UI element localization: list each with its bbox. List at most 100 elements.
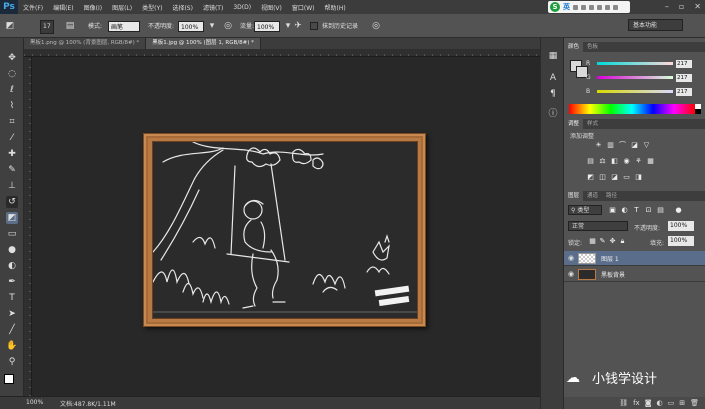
tab-channels[interactable]: 通道 xyxy=(583,191,602,201)
eye-icon[interactable]: ◉ xyxy=(564,270,578,278)
blue-slider[interactable] xyxy=(597,90,673,93)
tab-paths[interactable]: 路径 xyxy=(602,191,621,201)
lasso-tool-icon[interactable]: ℓ xyxy=(6,84,18,96)
trash-icon[interactable]: 🗑︎ xyxy=(690,399,699,407)
eyedropper-tool-icon[interactable]: ⁄ xyxy=(6,132,18,144)
lock-transparent-icon[interactable]: ▦ xyxy=(588,237,597,246)
filter-toggle-icon[interactable]: ● xyxy=(674,206,683,215)
dodge-tool-icon[interactable]: ◐ xyxy=(6,260,18,272)
mode-select[interactable]: 画笔 xyxy=(108,21,140,32)
history-panel-icon[interactable]: ▦ xyxy=(547,50,559,62)
black-white-icon[interactable]: ◧ xyxy=(610,157,619,166)
minimize-icon[interactable]: – xyxy=(665,2,669,11)
filter-type-icon[interactable]: T xyxy=(632,206,641,215)
blue-value[interactable]: 217 xyxy=(676,87,692,96)
brightness-icon[interactable]: ☀ xyxy=(594,141,603,150)
tab-swatches[interactable]: 色板 xyxy=(583,42,602,52)
gradient-tool-icon[interactable]: ▭ xyxy=(6,228,18,240)
restore-icon[interactable]: ▫ xyxy=(679,2,684,11)
tab-document-1[interactable]: 黑板1.png @ 100% (背景图层, RGB/8#) * xyxy=(24,38,147,49)
menu-image[interactable]: 图像(I) xyxy=(79,3,107,12)
paragraph-panel-icon[interactable]: ¶ xyxy=(547,88,559,100)
menu-window[interactable]: 窗口(W) xyxy=(287,3,320,12)
brush-tool-icon[interactable]: ✎ xyxy=(6,164,18,176)
curves-icon[interactable]: ⌒ xyxy=(618,141,627,150)
levels-icon[interactable]: ▥ xyxy=(606,141,615,150)
lock-position-icon[interactable]: ✥ xyxy=(608,237,617,246)
eraser-tool-icon[interactable]: ◩ xyxy=(6,212,18,224)
menu-select[interactable]: 选择(S) xyxy=(167,3,198,12)
brush-panel-icon[interactable]: ▤ xyxy=(64,20,76,32)
invert-icon[interactable]: ◩ xyxy=(586,173,595,182)
clone-stamp-tool-icon[interactable]: ⊥ xyxy=(6,180,18,192)
blend-mode-select[interactable]: 正常 xyxy=(568,221,628,231)
eye-icon[interactable]: ◉ xyxy=(564,254,578,262)
ime-lang[interactable]: 英 xyxy=(563,2,570,12)
blur-tool-icon[interactable]: ● xyxy=(6,244,18,256)
fill-input[interactable]: 100% xyxy=(668,236,694,246)
zoom-tool-icon[interactable]: ⚲ xyxy=(6,356,18,368)
spectrum-black-white[interactable] xyxy=(695,104,701,114)
menu-view[interactable]: 视图(V) xyxy=(256,3,287,12)
green-value[interactable]: 217 xyxy=(676,73,692,82)
color-balance-icon[interactable]: ⚖ xyxy=(598,157,607,166)
quick-select-tool-icon[interactable]: ⌇ xyxy=(6,100,18,112)
chevron-down-icon[interactable]: ▾ xyxy=(206,20,218,32)
pressure-size-icon[interactable]: ◎ xyxy=(370,20,382,32)
path-select-tool-icon[interactable]: ➤ xyxy=(6,308,18,320)
tab-color[interactable]: 颜色 xyxy=(564,42,584,52)
layer-kind-filter[interactable]: ⚲ 类型 xyxy=(568,205,602,215)
link-icon[interactable]: ⛓ xyxy=(619,399,628,407)
filter-adjust-icon[interactable]: ◐ xyxy=(620,206,629,215)
zoom-level[interactable]: 100% xyxy=(26,399,43,406)
gradient-map-icon[interactable]: ▭ xyxy=(622,173,631,182)
mask-icon[interactable]: ◙ xyxy=(645,399,652,407)
brush-preset-picker[interactable]: 17 xyxy=(40,20,54,34)
adjustment-layer-icon[interactable]: ◐ xyxy=(657,399,663,407)
move-tool-icon[interactable]: ✥ xyxy=(6,52,18,64)
type-tool-icon[interactable]: T xyxy=(6,292,18,304)
filter-shape-icon[interactable]: ⊡ xyxy=(644,206,653,215)
lock-pixels-icon[interactable]: ✎ xyxy=(598,237,607,246)
shape-tool-icon[interactable]: ╱ xyxy=(6,324,18,336)
eraser-icon[interactable]: ◩ xyxy=(4,20,16,32)
posterize-icon[interactable]: ◫ xyxy=(598,173,607,182)
color-lookup-icon[interactable]: ▦ xyxy=(646,157,655,166)
layer-opacity-input[interactable]: 100% xyxy=(668,221,694,231)
red-value[interactable]: 217 xyxy=(676,59,692,68)
menu-filter[interactable]: 滤镜(T) xyxy=(198,3,228,12)
layer-row[interactable]: ◉ 黑板背景 xyxy=(564,267,705,282)
color-spectrum[interactable] xyxy=(569,104,695,114)
crop-tool-icon[interactable]: ⌗ xyxy=(6,116,18,128)
character-panel-icon[interactable]: A xyxy=(547,72,559,84)
menu-edit[interactable]: 编辑(E) xyxy=(48,3,78,12)
tab-layers[interactable]: 图层 xyxy=(564,191,584,201)
hue-sat-icon[interactable]: ▤ xyxy=(586,157,595,166)
menu-type[interactable]: 类型(Y) xyxy=(137,3,167,12)
foreground-color-swatch[interactable] xyxy=(4,374,14,384)
history-brush-tool-icon[interactable]: ↺ xyxy=(6,196,18,208)
history-checkbox[interactable] xyxy=(310,22,318,30)
tab-styles[interactable]: 样式 xyxy=(583,119,602,129)
fx-icon[interactable]: fx xyxy=(633,399,640,407)
selective-color-icon[interactable]: ◨ xyxy=(634,173,643,182)
folder-icon[interactable]: ▭ xyxy=(668,399,675,407)
blackboard-image[interactable] xyxy=(152,141,418,319)
photo-filter-icon[interactable]: ◉ xyxy=(622,157,631,166)
vibrance-icon[interactable]: ▽ xyxy=(642,141,651,150)
menu-layer[interactable]: 图层(L) xyxy=(107,3,137,12)
workspace-switcher[interactable]: 基本功能 xyxy=(628,19,683,31)
new-layer-icon[interactable]: ⊞ xyxy=(679,399,685,407)
threshold-icon[interactable]: ◪ xyxy=(610,173,619,182)
airbrush-icon[interactable]: ✈ xyxy=(292,20,304,32)
hand-tool-icon[interactable]: ✋ xyxy=(6,340,18,352)
red-slider[interactable] xyxy=(597,62,673,65)
menu-file[interactable]: 文件(F) xyxy=(18,3,48,12)
filter-smart-icon[interactable]: ▤ xyxy=(656,206,665,215)
pen-tool-icon[interactable]: ✒ xyxy=(6,276,18,288)
menu-help[interactable]: 帮助(H) xyxy=(320,3,351,12)
pressure-opacity-icon[interactable]: ◎ xyxy=(222,20,234,32)
info-panel-icon[interactable]: ⓘ xyxy=(547,108,559,120)
healing-tool-icon[interactable]: ✚ xyxy=(6,148,18,160)
flow-input[interactable]: 100% xyxy=(254,21,280,32)
